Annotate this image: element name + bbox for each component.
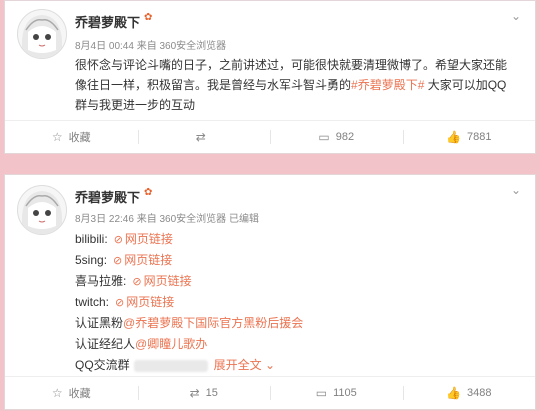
like-button[interactable]: 👍 7881 bbox=[402, 121, 536, 153]
twitch-line: twitch: ⊘ 网页链接 bbox=[75, 295, 175, 309]
more-options-chevron-icon[interactable]: ⌄ bbox=[511, 9, 521, 23]
action-bar: ☆ 收藏 ⇄ 15 ▭ 1105 👍 3488 bbox=[5, 376, 535, 409]
post-text: 很怀念与评论斗嘴的日子，之前讲述过，可能很快就要清理微博了。希望大家还能像往日一… bbox=[75, 58, 508, 112]
5sing-line: 5sing: ⊘ 网页链接 bbox=[75, 253, 173, 267]
comment-icon: ▭ bbox=[315, 386, 328, 400]
agent-mention[interactable]: @卿瞳儿歌办 bbox=[135, 337, 207, 351]
vip-badge-icon: ✿ bbox=[144, 187, 153, 198]
avatar[interactable] bbox=[17, 185, 67, 235]
favorite-button[interactable]: ☆ 收藏 bbox=[5, 121, 138, 153]
repost-button[interactable]: ⇄ 15 bbox=[137, 377, 271, 409]
star-icon: ☆ bbox=[51, 386, 63, 400]
avatar-image bbox=[22, 15, 62, 58]
favorite-button[interactable]: ☆ 收藏 bbox=[5, 377, 138, 409]
weibo-post-card: ⌄ 乔碧萝殿下 ✿ 8月4日 00:44 来自 360安全浏览器 很怀念与评论斗嘴… bbox=[4, 0, 536, 154]
fans-club-line: 认证黑粉@乔碧萝殿下国际官方黑粉后援会 bbox=[75, 316, 304, 330]
star-icon: ☆ bbox=[51, 130, 63, 144]
comment-button[interactable]: ▭ 982 bbox=[270, 121, 403, 153]
weibo-post-card: ⌄ 乔碧萝殿下 ✿ 8月3日 22:46 来自 360安全浏览器 已编辑 bili… bbox=[4, 174, 536, 410]
web-link[interactable]: ⊘ 网页链接 bbox=[115, 295, 174, 309]
like-button[interactable]: 👍 3488 bbox=[402, 377, 536, 409]
link-icon: ⊘ bbox=[113, 255, 123, 267]
action-bar: ☆ 收藏 ⇄ ▭ 982 👍 7881 bbox=[5, 120, 535, 153]
thumbs-up-icon: 👍 bbox=[446, 386, 461, 400]
comment-icon: ▭ bbox=[318, 130, 330, 144]
repost-button[interactable]: ⇄ bbox=[137, 121, 271, 153]
web-link[interactable]: ⊘ 网页链接 bbox=[113, 253, 172, 267]
fans-club-mention[interactable]: @乔碧萝殿下国际官方黑粉后援会 bbox=[123, 316, 303, 330]
vip-badge-icon: ✿ bbox=[144, 12, 153, 23]
author-name[interactable]: 乔碧萝殿下 ✿ bbox=[75, 187, 152, 206]
post-meta: 8月4日 00:44 来自 360安全浏览器 bbox=[75, 41, 227, 52]
comment-button[interactable]: ▭ 1105 bbox=[270, 377, 403, 409]
author-name[interactable]: 乔碧萝殿下 ✿ bbox=[75, 12, 152, 31]
repost-icon: ⇄ bbox=[195, 130, 206, 144]
qq-group-line: QQ交流群 展开全文 ⌄ bbox=[75, 358, 276, 372]
bilibili-line: bilibili: ⊘ 网页链接 bbox=[75, 232, 173, 246]
more-options-chevron-icon[interactable]: ⌄ bbox=[511, 183, 521, 197]
ximalaya-line: 喜马拉雅: ⊘ 网页链接 bbox=[75, 274, 192, 288]
avatar-image bbox=[22, 191, 62, 234]
thumbs-up-icon: 👍 bbox=[446, 130, 461, 144]
link-icon: ⊘ bbox=[115, 297, 125, 309]
web-link[interactable]: ⊘ 网页链接 bbox=[132, 274, 191, 288]
hashtag-link[interactable]: #乔碧萝殿下# bbox=[351, 78, 424, 92]
blurred-text bbox=[133, 359, 208, 372]
link-icon: ⊘ bbox=[113, 234, 123, 246]
web-link[interactable]: ⊘ 网页链接 bbox=[114, 232, 173, 246]
repost-icon: ⇄ bbox=[189, 386, 200, 400]
link-icon: ⊘ bbox=[132, 276, 142, 288]
post-meta: 8月3日 22:46 来自 360安全浏览器 已编辑 bbox=[75, 214, 259, 225]
expand-full-text-link[interactable]: 展开全文 ⌄ bbox=[214, 358, 275, 372]
agent-line: 认证经纪人@卿瞳儿歌办 bbox=[75, 337, 208, 351]
avatar[interactable] bbox=[17, 9, 67, 59]
